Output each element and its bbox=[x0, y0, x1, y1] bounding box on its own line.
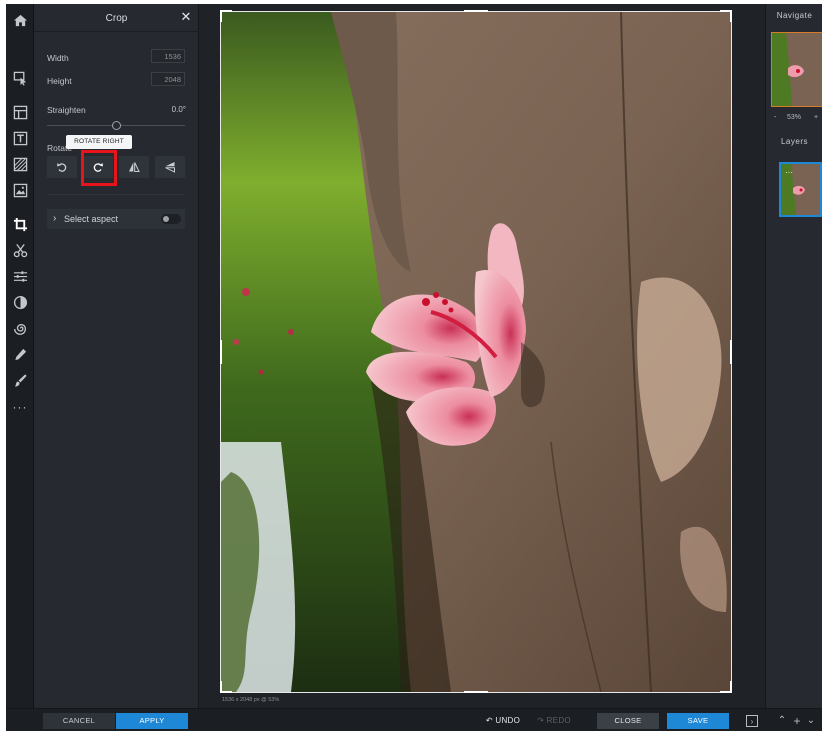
cut-icon[interactable] bbox=[10, 240, 30, 260]
height-label: Height bbox=[47, 76, 72, 86]
home-icon[interactable] bbox=[10, 10, 30, 30]
zoom-control: - 53% + bbox=[766, 114, 822, 126]
crop-handle-top-left-v[interactable] bbox=[220, 10, 222, 22]
navigator-preview bbox=[772, 33, 822, 106]
panel-header: Crop ✕ bbox=[34, 4, 199, 32]
panel-divider bbox=[47, 194, 185, 195]
crop-handle-left[interactable] bbox=[220, 340, 222, 364]
aspect-toggle[interactable] bbox=[161, 214, 181, 224]
layers-title: Layers bbox=[780, 137, 808, 146]
app-window: ··· Crop ✕ Width 1536 Height 2048 Straig… bbox=[6, 4, 822, 731]
crop-panel: Crop ✕ Width 1536 Height 2048 Straighten… bbox=[34, 4, 199, 731]
height-field[interactable]: 2048 bbox=[151, 72, 185, 86]
right-panel: Navigate - 53% + Layers ··· bbox=[765, 4, 822, 708]
flip-vertical-button[interactable] bbox=[155, 156, 185, 178]
canvas-area bbox=[199, 4, 765, 708]
pencil-icon[interactable] bbox=[10, 344, 30, 364]
image-size-status: 1536 x 2048 px @ 53% bbox=[222, 697, 280, 703]
rotate-right-highlight bbox=[81, 150, 117, 186]
crop-handle-top-right-v[interactable] bbox=[730, 10, 732, 22]
zoom-in-button[interactable]: + bbox=[814, 114, 818, 121]
image-icon[interactable] bbox=[10, 180, 30, 200]
width-label: Width bbox=[47, 53, 69, 63]
adjust-icon[interactable] bbox=[10, 266, 30, 286]
crop-handle-bottom[interactable] bbox=[464, 691, 488, 693]
zoom-out-button[interactable]: - bbox=[774, 114, 776, 121]
chevron-right-icon: › bbox=[53, 213, 57, 224]
select-aspect-label: Select aspect bbox=[64, 214, 119, 224]
close-button[interactable]: CLOSE bbox=[597, 713, 659, 729]
select-aspect-row[interactable]: › Select aspect bbox=[47, 209, 185, 229]
select-icon[interactable] bbox=[10, 68, 30, 88]
rotate-left-icon bbox=[57, 163, 67, 172]
navigate-title: Navigate bbox=[776, 11, 813, 20]
more-icon[interactable]: ··· bbox=[10, 397, 30, 417]
plus-icon[interactable]: + bbox=[791, 715, 803, 727]
texture-icon[interactable] bbox=[10, 154, 30, 174]
text-icon[interactable] bbox=[10, 128, 30, 148]
crop-handle-bottom-right-v[interactable] bbox=[730, 681, 732, 693]
flip-horizontal-icon bbox=[129, 162, 140, 172]
layer-item[interactable]: ··· bbox=[779, 162, 822, 217]
tool-rail: ··· bbox=[6, 4, 34, 731]
filter-icon[interactable] bbox=[10, 292, 30, 312]
zoom-level: 53% bbox=[787, 114, 802, 121]
toggle-knob bbox=[163, 216, 169, 222]
rotate-right-tooltip: ROTATE RIGHT bbox=[66, 135, 132, 149]
width-field[interactable]: 1536 bbox=[151, 49, 185, 63]
apply-button[interactable]: APPLY bbox=[116, 713, 188, 729]
cancel-button[interactable]: CANCEL bbox=[43, 713, 115, 729]
photo-canvas[interactable] bbox=[220, 11, 732, 693]
brush-icon[interactable] bbox=[10, 370, 30, 390]
straighten-label: Straighten bbox=[47, 105, 86, 115]
more-label: ··· bbox=[12, 400, 28, 414]
close-icon[interactable]: ✕ bbox=[179, 10, 193, 24]
panel-title: Crop bbox=[105, 13, 128, 24]
flip-horizontal-button[interactable] bbox=[119, 156, 149, 178]
layer-options-icon[interactable]: ··· bbox=[785, 168, 793, 177]
liquify-icon[interactable] bbox=[10, 318, 30, 338]
crop-handle-bottom-left-v[interactable] bbox=[220, 681, 222, 693]
flip-vertical-icon bbox=[165, 162, 175, 173]
straighten-value: 0.0° bbox=[171, 105, 186, 114]
layout-icon[interactable] bbox=[10, 102, 30, 122]
crop-handle-right[interactable] bbox=[730, 340, 732, 364]
toggle-panel-icon[interactable]: › bbox=[746, 715, 758, 727]
chevron-up-icon[interactable]: ⌃ bbox=[776, 715, 788, 727]
straighten-slider-thumb[interactable] bbox=[112, 121, 121, 130]
undo-button[interactable]: ↶ UNDO bbox=[479, 713, 527, 729]
hibiscus-photo bbox=[221, 12, 731, 692]
navigator-thumbnail[interactable] bbox=[771, 32, 822, 107]
crop-icon[interactable] bbox=[10, 214, 30, 234]
save-button[interactable]: SAVE bbox=[667, 713, 729, 729]
rotate-left-button[interactable] bbox=[47, 156, 77, 178]
chevron-down-icon[interactable]: ⌄ bbox=[805, 715, 817, 727]
bottom-bar: CANCEL APPLY ↶ UNDO ↷ REDO CLOSE SAVE › … bbox=[6, 708, 822, 731]
redo-button[interactable]: ↷ REDO bbox=[532, 713, 576, 729]
crop-handle-top[interactable] bbox=[464, 10, 488, 12]
